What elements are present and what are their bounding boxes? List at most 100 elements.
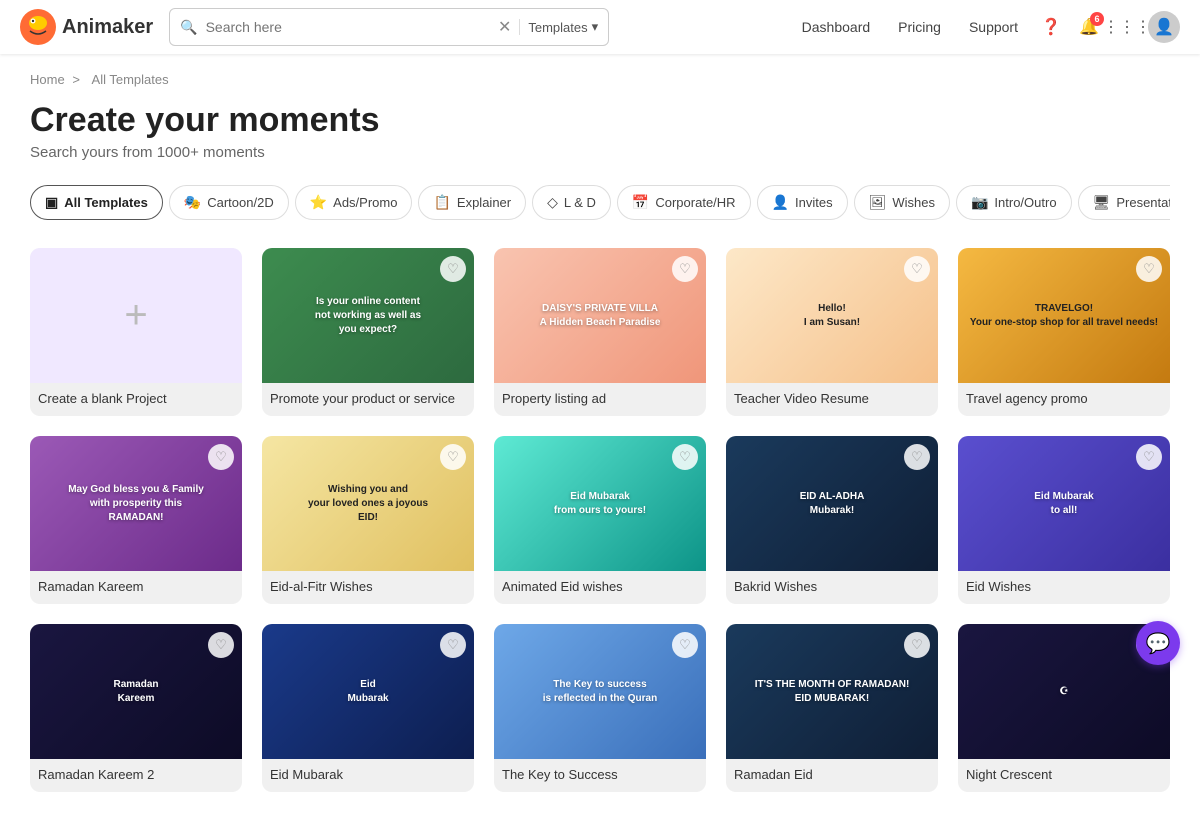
- filter-tab-corporate[interactable]: 📅Corporate/HR: [617, 185, 751, 220]
- template-card-13[interactable]: IT'S THE MONTH OF RAMADAN!EID MUBARAK! P…: [726, 624, 938, 792]
- heart-button-7[interactable]: ♡: [672, 444, 698, 470]
- filter-icon-invites: 👤: [772, 194, 789, 211]
- search-input[interactable]: [206, 19, 490, 35]
- use-button-10[interactable]: Use: [153, 678, 205, 705]
- heart-button-6[interactable]: ♡: [440, 444, 466, 470]
- use-button-13[interactable]: Use: [849, 678, 901, 705]
- heart-button-10[interactable]: ♡: [208, 632, 234, 658]
- preview-button-4[interactable]: Preview: [995, 302, 1072, 329]
- page-subtitle: Search yours from 1000+ moments: [30, 144, 1170, 161]
- heart-button-11[interactable]: ♡: [440, 632, 466, 658]
- use-button-3[interactable]: Use: [849, 302, 901, 329]
- heart-button-3[interactable]: ♡: [904, 256, 930, 282]
- template-card-9[interactable]: Eid Mubarakto all! Preview Use ♡ Eid Wis…: [958, 436, 1170, 604]
- preview-button-2[interactable]: Preview: [531, 302, 608, 329]
- template-blank[interactable]: + Create a blank Project: [30, 248, 242, 416]
- use-button-2[interactable]: Use: [617, 302, 669, 329]
- use-button-8[interactable]: Use: [849, 490, 901, 517]
- use-button-4[interactable]: Use: [1081, 302, 1133, 329]
- filter-tab-cartoon[interactable]: 🎭 Cartoon/2D: [169, 185, 289, 220]
- preview-button-13[interactable]: Preview: [763, 678, 840, 705]
- filter-label-all: All Templates: [64, 195, 148, 210]
- template-card-2[interactable]: DAISY'S PRIVATE VILLAA Hidden Beach Para…: [494, 248, 706, 416]
- heart-button-5[interactable]: ♡: [208, 444, 234, 470]
- template-card-4[interactable]: TRAVELGO!Your one-stop shop for all trav…: [958, 248, 1170, 416]
- filter-label-explainer: Explainer: [457, 195, 511, 210]
- avatar[interactable]: 👤: [1148, 11, 1180, 43]
- card-thumb-10: RamadanKareem Preview Use ♡: [30, 624, 242, 759]
- logo[interactable]: Animaker: [20, 9, 153, 45]
- template-card-6[interactable]: Wishing you andyour loved ones a joyousE…: [262, 436, 474, 604]
- card-thumb-5: May God bless you & Familywith prosperit…: [30, 436, 242, 571]
- filter-label-ld: L & D: [564, 195, 596, 210]
- preview-button-8[interactable]: Preview: [763, 490, 840, 517]
- filter-icon-cartoon: 🎭: [184, 194, 201, 211]
- filter-icon-ads: ⭐: [310, 194, 327, 211]
- heart-button-12[interactable]: ♡: [672, 632, 698, 658]
- filter-tab-explainer[interactable]: 📋Explainer: [418, 185, 526, 220]
- use-button-5[interactable]: Use: [153, 490, 205, 517]
- heart-button-9[interactable]: ♡: [1136, 444, 1162, 470]
- use-button-9[interactable]: Use: [1081, 490, 1133, 517]
- breadcrumb-home[interactable]: Home: [30, 72, 65, 87]
- filter-tab-ld[interactable]: ◇ L & D: [532, 185, 611, 220]
- apps-button[interactable]: ⋮⋮⋮: [1110, 10, 1144, 44]
- breadcrumb-current: All Templates: [92, 72, 169, 87]
- heart-button-13[interactable]: ♡: [904, 632, 930, 658]
- filter-tab-all[interactable]: ▣All Templates: [30, 185, 163, 220]
- search-bar[interactable]: 🔍 ✕ Templates ▾: [169, 8, 609, 46]
- logo-text: Animaker: [62, 16, 153, 39]
- nav-support[interactable]: Support: [957, 13, 1030, 41]
- filter-icon-ld: ◇: [547, 194, 558, 211]
- filter-tab-presentation[interactable]: 🖥Presentation: [1078, 185, 1170, 220]
- card-title-1: Promote your product or service: [262, 383, 474, 416]
- use-button-11[interactable]: Use: [385, 678, 437, 705]
- search-dropdown[interactable]: Templates ▾: [519, 19, 598, 35]
- plus-icon: +: [124, 293, 147, 338]
- use-button-6[interactable]: Use: [385, 490, 437, 517]
- preview-button-14[interactable]: Preview: [995, 678, 1072, 705]
- preview-button-5[interactable]: Preview: [67, 490, 144, 517]
- help-button[interactable]: ❓: [1034, 10, 1068, 44]
- heart-button-2[interactable]: ♡: [672, 256, 698, 282]
- preview-button-9[interactable]: Preview: [995, 490, 1072, 517]
- preview-button-6[interactable]: Preview: [299, 490, 376, 517]
- preview-button-3[interactable]: Preview: [763, 302, 840, 329]
- card-title-14: Night Crescent: [958, 759, 1170, 792]
- filter-icon-corporate: 📅: [632, 194, 649, 211]
- template-card-12[interactable]: The Key to successis reflected in the Qu…: [494, 624, 706, 792]
- preview-button-1[interactable]: Preview: [299, 302, 376, 329]
- notification-button[interactable]: 🔔 6: [1072, 10, 1106, 44]
- preview-button-7[interactable]: Preview: [531, 490, 608, 517]
- preview-button-10[interactable]: Preview: [67, 678, 144, 705]
- use-button-7[interactable]: Use: [617, 490, 669, 517]
- filter-tab-intro[interactable]: 📷Intro/Outro: [956, 185, 1072, 220]
- template-card-5[interactable]: May God bless you & Familywith prosperit…: [30, 436, 242, 604]
- search-clear-icon[interactable]: ✕: [498, 17, 511, 37]
- nav-dashboard[interactable]: Dashboard: [790, 13, 883, 41]
- chat-bubble[interactable]: 💬: [1136, 621, 1180, 665]
- template-card-3[interactable]: Hello!I am Susan! Preview Use ♡ Teacher …: [726, 248, 938, 416]
- preview-button-12[interactable]: Preview: [531, 678, 608, 705]
- use-button-1[interactable]: Use: [385, 302, 437, 329]
- filter-tab-invites[interactable]: 👤Invites: [757, 185, 848, 220]
- heart-button-1[interactable]: ♡: [440, 256, 466, 282]
- card-title-10: Ramadan Kareem 2: [30, 759, 242, 792]
- breadcrumb-separator: >: [72, 72, 80, 87]
- template-card-8[interactable]: EID AL-ADHAMubarak! Preview Use ♡ Bakrid…: [726, 436, 938, 604]
- filter-tab-ads[interactable]: ⭐Ads/Promo: [295, 185, 413, 220]
- template-card-7[interactable]: Eid Mubarakfrom ours to yours! Preview U…: [494, 436, 706, 604]
- template-card-10[interactable]: RamadanKareem Preview Use ♡ Ramadan Kare…: [30, 624, 242, 792]
- use-button-12[interactable]: Use: [617, 678, 669, 705]
- filter-tab-wishes[interactable]: 🖼Wishes: [854, 185, 950, 220]
- filter-label-wishes: Wishes: [892, 195, 935, 210]
- template-card-11[interactable]: EidMubarak Preview Use ♡ Eid Mubarak: [262, 624, 474, 792]
- heart-button-4[interactable]: ♡: [1136, 256, 1162, 282]
- preview-button-11[interactable]: Preview: [299, 678, 376, 705]
- template-card-1[interactable]: Is your online contentnot working as wel…: [262, 248, 474, 416]
- heart-button-8[interactable]: ♡: [904, 444, 930, 470]
- nav-pricing[interactable]: Pricing: [886, 13, 953, 41]
- use-button-14[interactable]: Use: [1081, 678, 1133, 705]
- card-thumb-2: DAISY'S PRIVATE VILLAA Hidden Beach Para…: [494, 248, 706, 383]
- filter-label-cartoon: Cartoon/2D: [207, 195, 273, 210]
